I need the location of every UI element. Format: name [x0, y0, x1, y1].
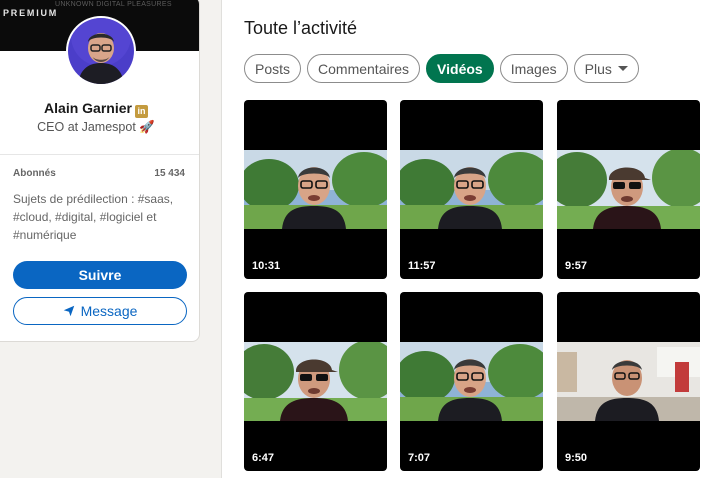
premium-icon: in [134, 105, 148, 118]
filter-videos[interactable]: Vidéos [426, 54, 494, 83]
banner-caption: UNKNOWN DIGITAL PLEASURES [55, 1, 172, 8]
filter-posts[interactable]: Posts [244, 54, 302, 83]
filter-comments[interactable]: Commentaires [307, 54, 421, 83]
follow-button[interactable]: Suivre [13, 261, 187, 289]
premium-badge: PREMIUM [3, 8, 59, 18]
filter-comments-label: Commentaires [318, 60, 410, 77]
filter-images-label: Images [510, 60, 557, 77]
avatar[interactable] [66, 16, 136, 86]
filter-posts-label: Posts [255, 60, 291, 77]
message-button[interactable]: Message [13, 297, 187, 325]
profile-card: PREMIUM UNKNOWN DIGITAL PLEASURES Alain … [0, 0, 200, 342]
video-duration: 10:31 [252, 260, 281, 272]
video-thumbnail [244, 150, 387, 229]
followers-count: 15 434 [154, 168, 185, 179]
video-tile[interactable]: 6:47 [244, 292, 387, 471]
followers-label: Abonnés [13, 168, 56, 179]
video-thumbnail [557, 150, 700, 229]
video-frame-image [400, 342, 543, 421]
video-frame-image [557, 342, 700, 421]
video-duration: 9:50 [565, 452, 588, 464]
divider [0, 154, 199, 155]
video-tile[interactable]: 11:57 [400, 100, 543, 279]
filter-videos-label: Vidéos [437, 60, 483, 77]
profile-name[interactable]: Alain Garnier [44, 100, 132, 116]
activity-filters: Posts Commentaires Vidéos Images Plus [244, 54, 639, 83]
video-thumbnail [244, 342, 387, 421]
video-duration: 6:47 [252, 452, 275, 464]
message-button-label: Message [80, 303, 138, 319]
video-frame-image [244, 150, 387, 229]
profile-topics: Sujets de prédilection : #saas, #cloud, … [13, 192, 174, 242]
video-frame-image [400, 150, 543, 229]
video-tile[interactable]: 9:57 [557, 100, 700, 279]
video-tile[interactable]: 10:31 [244, 100, 387, 279]
send-icon [63, 305, 74, 317]
profile-headline: CEO at Jamespot 🚀 [37, 120, 155, 134]
video-duration: 9:57 [565, 260, 588, 272]
video-thumbnail [557, 342, 700, 421]
video-tile[interactable]: 9:50 [557, 292, 700, 471]
filter-more-label: Plus [584, 60, 612, 77]
profile-name-row: Alain Garnier in [0, 100, 199, 118]
video-duration: 11:57 [408, 260, 436, 272]
video-duration: 7:07 [408, 452, 431, 464]
filter-more-dropdown[interactable]: Plus [573, 54, 639, 83]
activity-panel: Toute l’activité Posts Commentaires Vidé… [221, 0, 707, 478]
activity-title: Toute l’activité [244, 18, 358, 38]
avatar-photo [68, 18, 134, 84]
follow-button-label: Suivre [78, 267, 122, 283]
filter-images[interactable]: Images [499, 54, 568, 83]
video-frame-image [557, 150, 700, 229]
video-tile[interactable]: 7:07 [400, 292, 543, 471]
video-thumbnail [400, 150, 543, 229]
video-frame-image [244, 342, 387, 421]
caret-down-icon [617, 66, 628, 71]
video-thumbnail [400, 342, 543, 421]
